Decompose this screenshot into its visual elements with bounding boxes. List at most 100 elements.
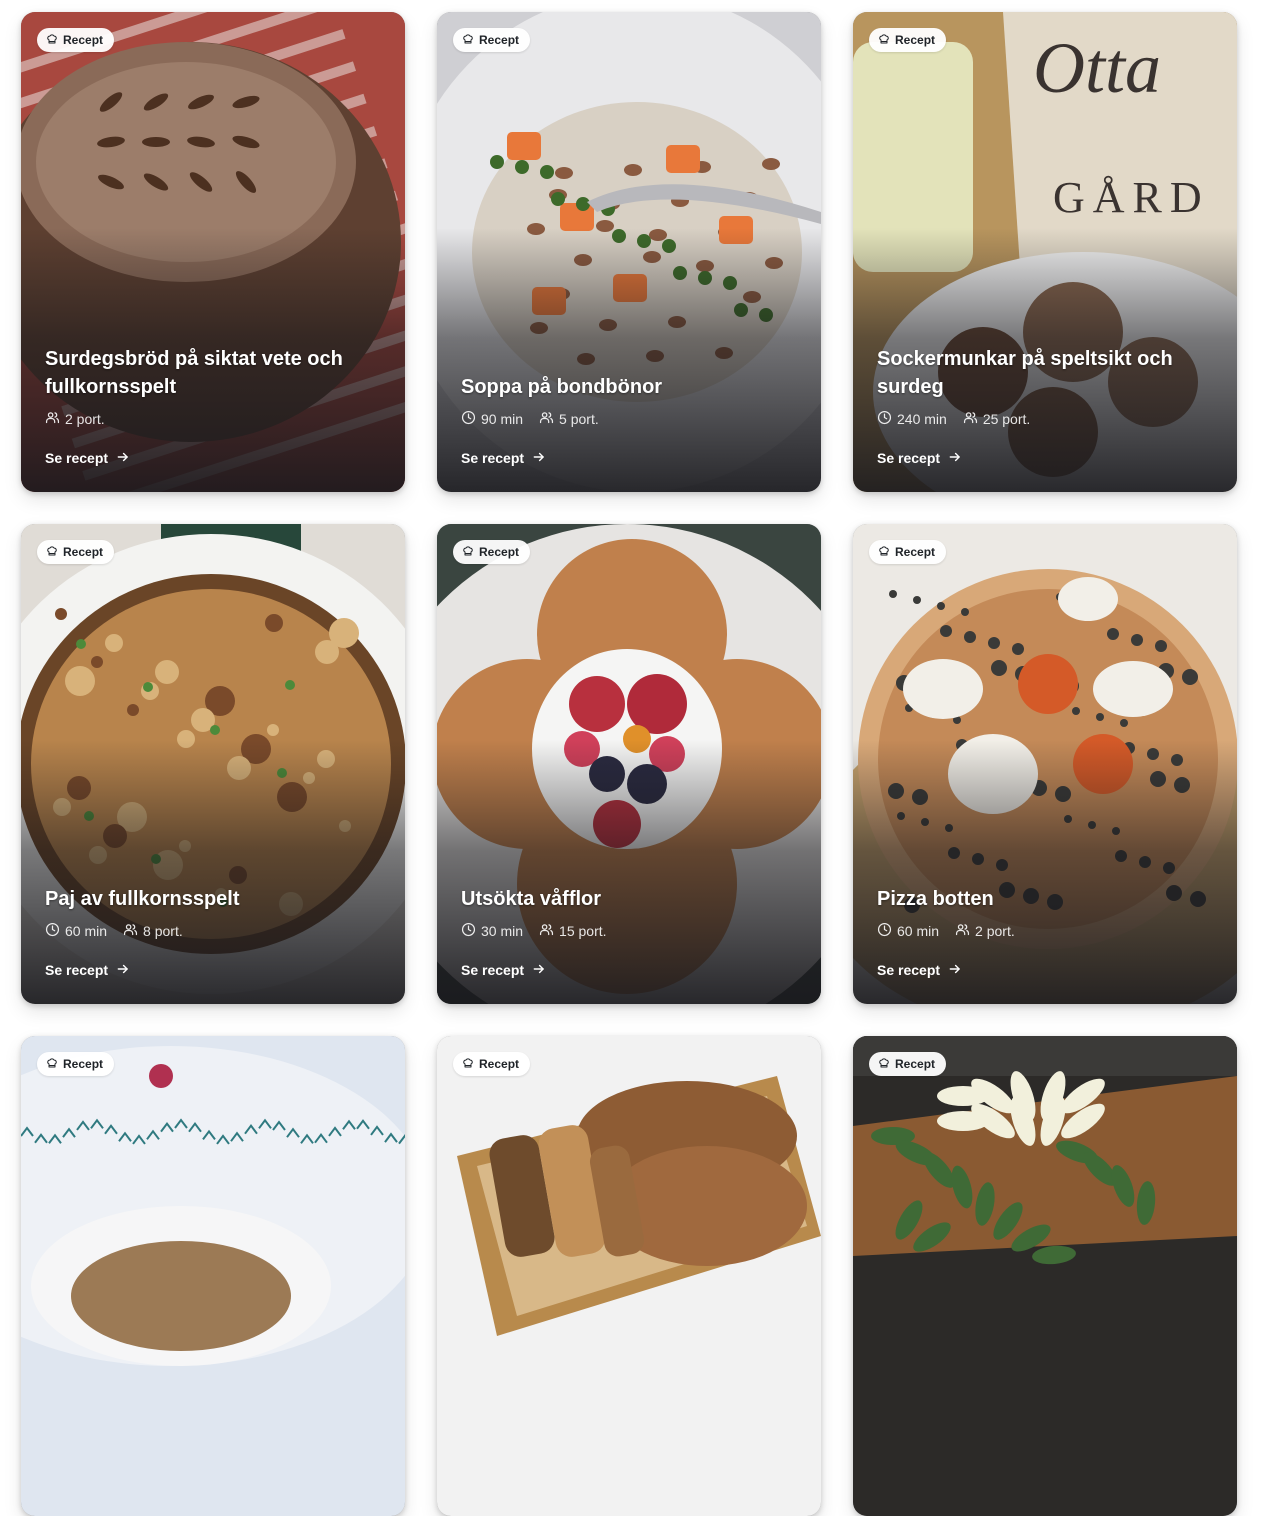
see-recipe-label: Se recept bbox=[877, 962, 941, 978]
see-recipe-link[interactable]: Se recept bbox=[461, 448, 546, 468]
recipe-meta: 30 min 15 port. bbox=[461, 921, 797, 941]
recipe-time-text: 240 min bbox=[897, 411, 947, 427]
recipe-time-text: 60 min bbox=[65, 923, 108, 939]
see-recipe-link[interactable]: Se recept bbox=[45, 448, 130, 468]
recipe-badge: Recept bbox=[869, 28, 947, 52]
recipe-badge-label: Recept bbox=[895, 545, 936, 559]
recipe-portions: 5 port. bbox=[539, 410, 599, 428]
recipe-card-9[interactable]: Recept bbox=[853, 1036, 1237, 1516]
recipe-time-text: 90 min bbox=[481, 411, 524, 427]
recipe-meta: 90 min 5 port. bbox=[461, 409, 797, 429]
clock-icon bbox=[877, 410, 892, 428]
recipe-meta: 60 min 8 port. bbox=[45, 921, 381, 941]
recipe-badge-label: Recept bbox=[479, 33, 520, 47]
arrow-right-icon bbox=[948, 962, 962, 979]
chef-hat-icon bbox=[46, 545, 58, 560]
recipe-portions-text: 2 port. bbox=[975, 923, 1015, 939]
recipe-portions-text: 8 port. bbox=[143, 923, 183, 939]
clock-icon bbox=[461, 410, 476, 428]
recipe-info: Sockermunkar på speltsikt och surdeg 240… bbox=[877, 345, 1213, 468]
recipe-card-5[interactable]: Recept Utsökta våfflor 30 min 15 port. S… bbox=[437, 524, 821, 1004]
users-icon bbox=[539, 922, 554, 940]
recipe-meta: 240 min 25 port. bbox=[877, 409, 1213, 429]
recipe-badge-label: Recept bbox=[63, 33, 104, 47]
chef-hat-icon bbox=[878, 545, 890, 560]
chef-hat-icon bbox=[462, 33, 474, 48]
recipe-time: 240 min bbox=[877, 410, 947, 428]
recipe-title[interactable]: Utsökta våfflor bbox=[461, 885, 797, 913]
recipe-time: 90 min bbox=[461, 410, 523, 428]
recipe-time: 30 min bbox=[461, 922, 523, 940]
recipe-portions-text: 2 port. bbox=[65, 411, 105, 427]
chef-hat-icon bbox=[462, 545, 474, 560]
recipe-badge: Recept bbox=[37, 28, 115, 52]
recipe-badge: Recept bbox=[869, 1052, 947, 1076]
recipe-badge-label: Recept bbox=[895, 1057, 936, 1071]
recipe-card-8[interactable]: Recept bbox=[437, 1036, 821, 1516]
recipe-card-2[interactable]: Recept Soppa på bondbönor 90 min 5 port. bbox=[437, 12, 821, 492]
recipe-badge: Recept bbox=[453, 28, 531, 52]
photo-overlay bbox=[437, 1036, 821, 1516]
recipe-badge: Recept bbox=[453, 540, 531, 564]
users-icon bbox=[955, 922, 970, 940]
recipe-title[interactable]: Sockermunkar på speltsikt och surdeg bbox=[877, 345, 1213, 401]
see-recipe-link[interactable]: Se recept bbox=[877, 960, 962, 980]
recipe-time-text: 30 min bbox=[481, 923, 524, 939]
users-icon bbox=[963, 410, 978, 428]
recipe-portions: 15 port. bbox=[539, 922, 607, 940]
clock-icon bbox=[877, 922, 892, 940]
recipe-badge-label: Recept bbox=[63, 545, 104, 559]
see-recipe-link[interactable]: Se recept bbox=[45, 960, 130, 980]
recipe-portions-text: 25 port. bbox=[982, 411, 1031, 427]
recipe-badge-label: Recept bbox=[479, 545, 520, 559]
recipe-time: 60 min bbox=[877, 922, 939, 940]
recipe-time: 60 min bbox=[45, 922, 107, 940]
recipe-meta: 2 port. bbox=[45, 409, 381, 429]
recipe-badge: Recept bbox=[37, 1052, 115, 1076]
recipe-card-1[interactable]: Recept Surdegsbröd på siktat vete och fu… bbox=[21, 12, 405, 492]
recipe-portions-text: 15 port. bbox=[559, 923, 607, 939]
see-recipe-label: Se recept bbox=[45, 450, 109, 466]
recipe-badge: Recept bbox=[869, 540, 947, 564]
recipe-title[interactable]: Paj av fullkornsspelt bbox=[45, 885, 381, 913]
chef-hat-icon bbox=[46, 1057, 58, 1072]
recipe-badge-label: Recept bbox=[63, 1057, 104, 1071]
recipe-info: Surdegsbröd på siktat vete och fullkorns… bbox=[45, 345, 381, 468]
recipe-info: Soppa på bondbönor 90 min 5 port. Se rec… bbox=[461, 373, 797, 468]
photo-overlay bbox=[853, 1036, 1237, 1516]
chef-hat-icon bbox=[462, 1057, 474, 1072]
users-icon bbox=[539, 410, 554, 428]
recipe-portions: 25 port. bbox=[963, 410, 1030, 428]
recipe-title[interactable]: Pizza botten bbox=[877, 885, 1213, 913]
see-recipe-label: Se recept bbox=[461, 450, 525, 466]
recipe-title[interactable]: Soppa på bondbönor bbox=[461, 373, 797, 401]
chef-hat-icon bbox=[878, 33, 890, 48]
chef-hat-icon bbox=[46, 33, 58, 48]
clock-icon bbox=[45, 922, 60, 940]
recipe-badge-label: Recept bbox=[895, 33, 936, 47]
arrow-right-icon bbox=[948, 450, 962, 467]
recipe-grid: Recept Surdegsbröd på siktat vete och fu… bbox=[21, 12, 1237, 1516]
recipe-info: Utsökta våfflor 30 min 15 port. Se recep… bbox=[461, 885, 797, 980]
clock-icon bbox=[461, 922, 476, 940]
recipe-portions: 2 port. bbox=[955, 922, 1015, 940]
recipe-card-6[interactable]: Recept Pizza botten 60 min 2 port. Se re… bbox=[853, 524, 1237, 1004]
see-recipe-label: Se recept bbox=[877, 450, 941, 466]
recipe-portions-text: 5 port. bbox=[559, 411, 599, 427]
recipe-time-text: 60 min bbox=[897, 923, 940, 939]
arrow-right-icon bbox=[532, 962, 546, 979]
arrow-right-icon bbox=[116, 962, 130, 979]
recipe-badge-label: Recept bbox=[479, 1057, 520, 1071]
see-recipe-link[interactable]: Se recept bbox=[877, 448, 962, 468]
users-icon bbox=[45, 410, 60, 428]
recipe-card-7[interactable]: Recept bbox=[21, 1036, 405, 1516]
see-recipe-label: Se recept bbox=[45, 962, 109, 978]
recipe-info: Pizza botten 60 min 2 port. Se recept bbox=[877, 885, 1213, 980]
recipe-card-4[interactable]: Recept Paj av fullkornsspelt 60 min 8 po… bbox=[21, 524, 405, 1004]
recipe-title[interactable]: Surdegsbröd på siktat vete och fullkorns… bbox=[45, 345, 381, 401]
arrow-right-icon bbox=[116, 450, 130, 467]
recipe-card-3[interactable]: Otta GÅRD Recept Sockermunkar på speltsi… bbox=[853, 12, 1237, 492]
see-recipe-link[interactable]: Se recept bbox=[461, 960, 546, 980]
users-icon bbox=[123, 922, 138, 940]
recipe-info: Paj av fullkornsspelt 60 min 8 port. Se … bbox=[45, 885, 381, 980]
